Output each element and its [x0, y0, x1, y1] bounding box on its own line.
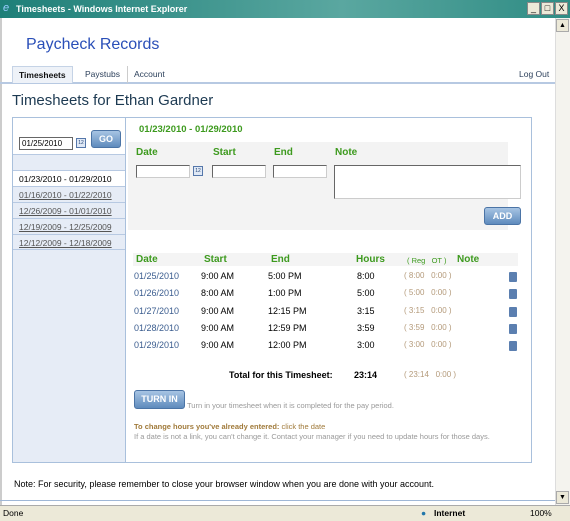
trash-icon[interactable] [509, 272, 517, 282]
window-title-bar: Timesheets - Windows Internet Explorer [0, 0, 570, 18]
row-end: 5:00 PM [268, 271, 302, 281]
add-button[interactable]: ADD [484, 207, 521, 225]
col-end: End [271, 254, 290, 265]
trash-icon[interactable] [509, 341, 517, 352]
col-note: Note [457, 254, 480, 265]
vertical-scrollbar[interactable] [555, 18, 570, 505]
start-label: Start [213, 147, 236, 158]
ie-icon: e [3, 2, 10, 14]
row-reg-ot: ( 3:59 0:00 ) [404, 322, 452, 332]
globe-icon: ● [421, 508, 427, 518]
help-text: To change hours you've already entered: … [134, 422, 325, 431]
row-hours: 8:00 [357, 271, 375, 281]
row-reg-ot: ( 3:00 0:00 ) [404, 340, 452, 350]
turn-in-button[interactable]: TURN IN [134, 390, 185, 409]
total-label: Total for this Timesheet: [229, 370, 333, 380]
trash-icon[interactable] [509, 323, 517, 334]
note-label: Note [335, 147, 358, 158]
row-hours: 3:00 [357, 340, 375, 351]
calendar-icon[interactable]: 12 [76, 138, 86, 148]
entry-note-textarea[interactable] [334, 165, 521, 199]
row-start: 9:00 AM [201, 340, 235, 351]
col-date: Date [136, 254, 158, 265]
total-hours: 23:14 [354, 370, 378, 380]
end-label: End [274, 147, 293, 158]
row-date-link[interactable]: 01/25/2010 [134, 271, 179, 281]
row-end: 12:59 PM [268, 322, 307, 333]
row-end: 12:15 PM [268, 305, 307, 316]
status-text: Done [3, 508, 24, 518]
row-date-link[interactable]: 01/29/2010 [134, 340, 179, 350]
scroll-down-arrow[interactable]: ▼ [556, 491, 569, 504]
date-label: Date [136, 147, 158, 158]
row-start: 9:00 AM [201, 271, 235, 281]
row-reg-ot: ( 5:00 0:00 ) [404, 288, 452, 298]
row-start: 9:00 AM [201, 322, 235, 333]
row-hours: 3:59 [357, 322, 375, 333]
entry-date-input[interactable] [136, 165, 190, 178]
maximize-button[interactable]: □ [541, 2, 554, 15]
total-split: ( 23:14 0:00 ) [404, 370, 457, 379]
tab-paystubs[interactable]: Paystubs [79, 66, 126, 83]
calendar-icon[interactable]: 12 [193, 166, 203, 176]
row-end: 12:00 PM [268, 340, 307, 351]
close-button[interactable]: X [555, 2, 568, 15]
period-date-input[interactable]: 01/25/2010 [19, 137, 73, 150]
trash-icon[interactable] [509, 306, 517, 317]
page-title: Timesheets for Ethan Gardner [12, 92, 214, 109]
row-date-link[interactable]: 01/27/2010 [134, 306, 179, 316]
row-reg-ot: ( 8:00 0:00 ) [404, 271, 452, 280]
col-reg-ot: ( Reg OT ) [407, 256, 447, 265]
zoom-level[interactable]: 100% [530, 506, 552, 521]
logout-link[interactable]: Log Out [513, 66, 555, 83]
window-title: Timesheets - Windows Internet Explorer [16, 4, 188, 14]
help-line2: If a date is not a link, you can't chang… [134, 432, 490, 441]
row-start: 9:00 AM [201, 305, 235, 316]
help-bold: To change hours you've already entered: [134, 422, 280, 431]
row-start: 8:00 AM [201, 288, 235, 299]
period-item-selected[interactable]: 01/23/2010 - 01/29/2010 [13, 170, 125, 186]
row-reg-ot: ( 3:15 0:00 ) [404, 305, 452, 315]
zone-label: Internet [434, 508, 466, 518]
row-date-link[interactable]: 01/28/2010 [134, 323, 179, 333]
tab-timesheets[interactable]: Timesheets [12, 66, 73, 83]
trash-icon[interactable] [509, 289, 517, 300]
tab-account[interactable]: Account [127, 66, 171, 83]
col-hours: Hours [356, 254, 385, 265]
scroll-up-arrow[interactable]: ▲ [556, 19, 569, 32]
entry-end-input[interactable] [273, 165, 327, 178]
status-bar: Done ● Internet 100% [0, 505, 570, 521]
period-range: 01/23/2010 - 01/29/2010 [139, 124, 243, 135]
entry-start-input[interactable] [212, 165, 266, 178]
row-end: 1:00 PM [268, 288, 302, 299]
go-button[interactable]: GO [91, 130, 121, 148]
security-note: Note: For security, please remember to c… [14, 479, 435, 489]
col-start: Start [204, 254, 227, 265]
minimize-button[interactable]: _ [527, 2, 540, 15]
row-hours: 5:00 [357, 288, 375, 299]
period-item[interactable]: 01/16/2010 - 01/22/2010 [13, 186, 125, 202]
brand-title: Paycheck Records [26, 36, 160, 53]
period-item[interactable]: 12/12/2009 - 12/18/2009 [13, 234, 125, 250]
period-item[interactable]: 12/19/2009 - 12/25/2009 [13, 218, 125, 234]
row-date-link[interactable]: 01/26/2010 [134, 288, 179, 298]
period-item[interactable]: 12/26/2009 - 01/01/2010 [13, 202, 125, 218]
row-hours: 3:15 [357, 305, 375, 316]
help-rest: click the date [279, 422, 326, 431]
turn-in-hint: Turn in your timesheet when it is comple… [187, 401, 394, 410]
